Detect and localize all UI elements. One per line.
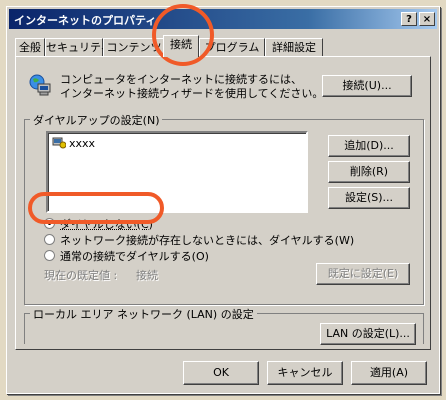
dialup-connection-icon bbox=[52, 137, 67, 149]
tab-programs[interactable]: プログラム bbox=[199, 38, 265, 56]
title-bar[interactable]: インターネットのプロパティ ? × bbox=[9, 9, 437, 29]
lan-settings-button[interactable]: LAN の設定(L)... bbox=[320, 323, 416, 345]
lan-group-title: ローカル エリア ネットワーク (LAN) の設定 bbox=[30, 306, 257, 322]
properties-dialog: インターネットのプロパティ ? × 全般 セキュリティ コンテンツ 接続 プログ… bbox=[6, 6, 440, 394]
dialup-connection-list[interactable]: xxxx bbox=[46, 131, 308, 213]
current-default-value: 接続 bbox=[136, 269, 158, 282]
close-button[interactable]: × bbox=[419, 12, 435, 26]
current-default-label: 現在の既定値 : bbox=[44, 269, 118, 282]
apply-button[interactable]: 適用(A) bbox=[351, 361, 427, 385]
connect-wizard-button[interactable]: 接続(U)... bbox=[322, 75, 412, 97]
dialup-group-title: ダイヤルアップの設定(N) bbox=[30, 112, 163, 128]
ok-button[interactable]: OK bbox=[183, 361, 259, 385]
radio-never-dial-label[interactable]: ダイヤルしない(C) bbox=[60, 216, 153, 232]
tab-general[interactable]: 全般 bbox=[15, 38, 45, 56]
window-title: インターネットのプロパティ bbox=[14, 14, 157, 27]
radio-always-dial-label[interactable]: 通常の接続でダイヤルする(O) bbox=[60, 248, 209, 264]
cancel-button[interactable]: キャンセル bbox=[267, 361, 343, 385]
radio-always-dial[interactable] bbox=[44, 250, 55, 261]
tab-advanced[interactable]: 詳細設定 bbox=[265, 38, 323, 56]
help-button[interactable]: ? bbox=[401, 12, 417, 26]
radio-dial-when-no-network-label[interactable]: ネットワーク接続が存在しないときには、ダイヤルする(W) bbox=[60, 232, 354, 248]
radio-dial-when-no-network[interactable] bbox=[44, 234, 55, 245]
add-button[interactable]: 追加(D)... bbox=[328, 135, 410, 157]
connection-wizard-icon bbox=[28, 73, 52, 97]
tab-security[interactable]: セキュリティ bbox=[45, 38, 111, 56]
radio-never-dial[interactable] bbox=[44, 218, 55, 229]
tab-content[interactable]: コンテンツ bbox=[103, 38, 165, 56]
list-item-label: xxxx bbox=[69, 137, 96, 150]
connections-panel: コンピュータをインターネットに接続するには、 インターネット接続ウィザードを使用… bbox=[15, 56, 431, 350]
remove-button[interactable]: 削除(R) bbox=[328, 161, 410, 183]
setup-description-line2: インターネット接続ウィザードを使用してください。 bbox=[60, 87, 324, 100]
settings-button[interactable]: 設定(S)... bbox=[328, 187, 410, 209]
tab-connections[interactable]: 接続 bbox=[163, 35, 199, 57]
set-default-button[interactable]: 既定に設定(E) bbox=[316, 263, 410, 285]
